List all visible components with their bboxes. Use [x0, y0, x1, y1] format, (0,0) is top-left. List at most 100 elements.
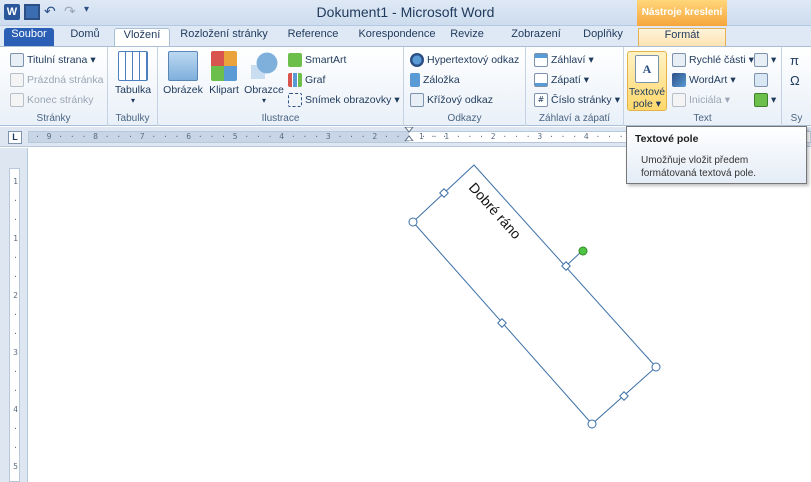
drop-cap-button[interactable]: Iniciála ▾: [672, 91, 730, 109]
screenshot-button[interactable]: Snímek obrazovky ▾: [288, 91, 400, 109]
group-label-text: Text: [693, 113, 712, 124]
bookmark-icon: [410, 73, 420, 87]
equation-icon[interactable]: π: [790, 51, 799, 69]
vertical-ruler-mark: ·: [13, 443, 18, 452]
group-label-symbols: Sy: [790, 113, 803, 124]
ruler-left-numbers: · 9 · · · 8 · · · 7 · · · 6 · · · 5 · · …: [35, 132, 448, 141]
footer-icon: [534, 73, 548, 87]
cross-reference-button[interactable]: Křížový odkaz: [410, 91, 493, 109]
indent-marker-icon[interactable]: [404, 127, 414, 141]
wordart-icon: [672, 73, 686, 87]
tab-format[interactable]: Formát: [638, 28, 726, 46]
object-button[interactable]: ▾: [754, 91, 776, 109]
chart-button[interactable]: Graf: [288, 71, 325, 89]
object-icon: [754, 93, 768, 107]
tooltip-title: Textové pole: [635, 133, 699, 145]
picture-icon: [168, 51, 198, 81]
vertical-ruler-mark: ·: [13, 310, 18, 319]
drawing-tools-context-label: Nástroje kreslení: [637, 0, 727, 26]
group-label-pages: Stránky: [36, 113, 71, 124]
tab-selector[interactable]: L: [8, 131, 22, 144]
vertical-ruler-track: 1 · · 1 · · 2 · · 3 · · 4 · · 5: [9, 168, 20, 482]
chart-icon: [288, 73, 302, 87]
vertical-ruler-mark: ·: [13, 424, 18, 433]
header-button[interactable]: Záhlaví ▾: [534, 51, 594, 69]
group-label-links: Odkazy: [447, 113, 482, 124]
tab-mailings[interactable]: Korespondence: [354, 28, 440, 46]
vertical-ruler-mark: 1: [13, 234, 18, 243]
tab-page-layout[interactable]: Rozložení stránky: [176, 28, 272, 46]
drop-cap-icon: [672, 93, 686, 107]
vertical-ruler-mark: ·: [13, 386, 18, 395]
vertical-ruler-mark: ·: [13, 367, 18, 376]
clipart-icon: [211, 51, 237, 81]
smartart-button[interactable]: SmartArt: [288, 51, 346, 69]
vertical-ruler-mark: 5: [13, 462, 18, 471]
quick-parts-button[interactable]: Rychlé části ▾: [672, 51, 754, 69]
textbox-button[interactable]: A Textové pole ▾: [627, 51, 667, 111]
cover-page-button[interactable]: Titulní strana ▾: [10, 51, 96, 69]
shapes-icon: [249, 51, 279, 81]
group-illustrations: Obrázek Klipart Obrazce ▾ SmartArt Graf …: [158, 47, 404, 126]
shapes-button[interactable]: Obrazce ▾: [244, 51, 284, 105]
vertical-ruler-mark: 2: [13, 291, 18, 300]
vertical-ruler-mark: 1: [13, 177, 18, 186]
tab-review[interactable]: Revize: [442, 28, 492, 46]
date-time-icon: [754, 73, 768, 87]
vertical-ruler-mark: 3: [13, 348, 18, 357]
tab-view[interactable]: Zobrazení: [504, 28, 568, 46]
tab-insert[interactable]: Vložení: [114, 28, 170, 46]
group-label-header-footer: Záhlaví a zápatí: [538, 113, 611, 124]
hyperlink-icon: [410, 53, 424, 67]
wordart-button[interactable]: WordArt ▾: [672, 71, 736, 89]
ribbon: Titulní strana ▾ Prázdná stránka Konec st…: [0, 46, 811, 126]
vertical-ruler-mark: ·: [13, 215, 18, 224]
vertical-ruler[interactable]: 1 · · 1 · · 2 · · 3 · · 4 · · 5: [0, 148, 28, 482]
blank-page-button[interactable]: Prázdná stránka: [10, 71, 103, 89]
page-number-icon: #: [534, 93, 548, 107]
screenshot-icon: [288, 93, 302, 107]
page-break-button[interactable]: Konec stránky: [10, 91, 94, 109]
group-links: Hypertextový odkaz Záložka Křížový odkaz…: [404, 47, 526, 126]
vertical-ruler-mark: ·: [13, 329, 18, 338]
signature-line-button[interactable]: ▾: [754, 51, 776, 69]
tab-addins[interactable]: Doplňky: [576, 28, 630, 46]
symbol-icon[interactable]: Ω: [790, 71, 800, 89]
group-pages: Titulní strana ▾ Prázdná stránka Konec st…: [0, 47, 108, 126]
picture-button[interactable]: Obrázek: [162, 51, 204, 96]
vertical-ruler-mark: ·: [13, 196, 18, 205]
group-label-tables: Tabulky: [115, 113, 150, 124]
cross-reference-icon: [410, 93, 424, 107]
blank-page-icon: [10, 73, 24, 87]
clipart-button[interactable]: Klipart: [206, 51, 242, 96]
hyperlink-button[interactable]: Hypertextový odkaz: [410, 51, 519, 69]
textbox-icon: A: [635, 55, 659, 83]
header-icon: [534, 53, 548, 67]
quick-parts-icon: [672, 53, 686, 67]
tab-file[interactable]: Soubor: [4, 28, 54, 46]
vertical-ruler-mark: ·: [13, 272, 18, 281]
tooltip-body-line2: formátovaná textová pole.: [641, 168, 757, 179]
cover-page-icon: [10, 53, 24, 67]
smartart-icon: [288, 53, 302, 67]
table-icon: [118, 51, 148, 81]
page-break-icon: [10, 93, 24, 107]
group-label-illustrations: Ilustrace: [261, 113, 300, 124]
tab-home[interactable]: Domů: [62, 28, 108, 46]
group-text: A Textové pole ▾ Rychlé části ▾ WordArt ▾ …: [624, 47, 782, 126]
ribbon-tabs: Soubor Domů Vložení Rozložení stránky Re…: [0, 26, 811, 46]
textbox-tooltip: Textové pole Umožňuje vložit předem form…: [626, 126, 807, 184]
document-page[interactable]: [29, 148, 811, 482]
title-bar: W ↶ ↷ ▾ Dokument1 - Microsoft Word Nástr…: [0, 0, 811, 26]
date-time-button[interactable]: [754, 71, 768, 89]
footer-button[interactable]: Zápatí ▾: [534, 71, 589, 89]
group-header-footer: Záhlaví ▾ Zápatí ▾ # Číslo stránky ▾ Záhlav…: [526, 47, 624, 126]
group-tables: Tabulka ▾ Tabulky: [108, 47, 158, 126]
vertical-ruler-mark: ·: [13, 253, 18, 262]
signature-line-icon: [754, 53, 768, 67]
bookmark-button[interactable]: Záložka: [410, 71, 460, 89]
tab-references[interactable]: Reference: [280, 28, 346, 46]
page-number-button[interactable]: # Číslo stránky ▾: [534, 91, 620, 109]
table-button[interactable]: Tabulka ▾: [112, 51, 154, 105]
group-symbols: π Ω Sy: [782, 47, 811, 126]
